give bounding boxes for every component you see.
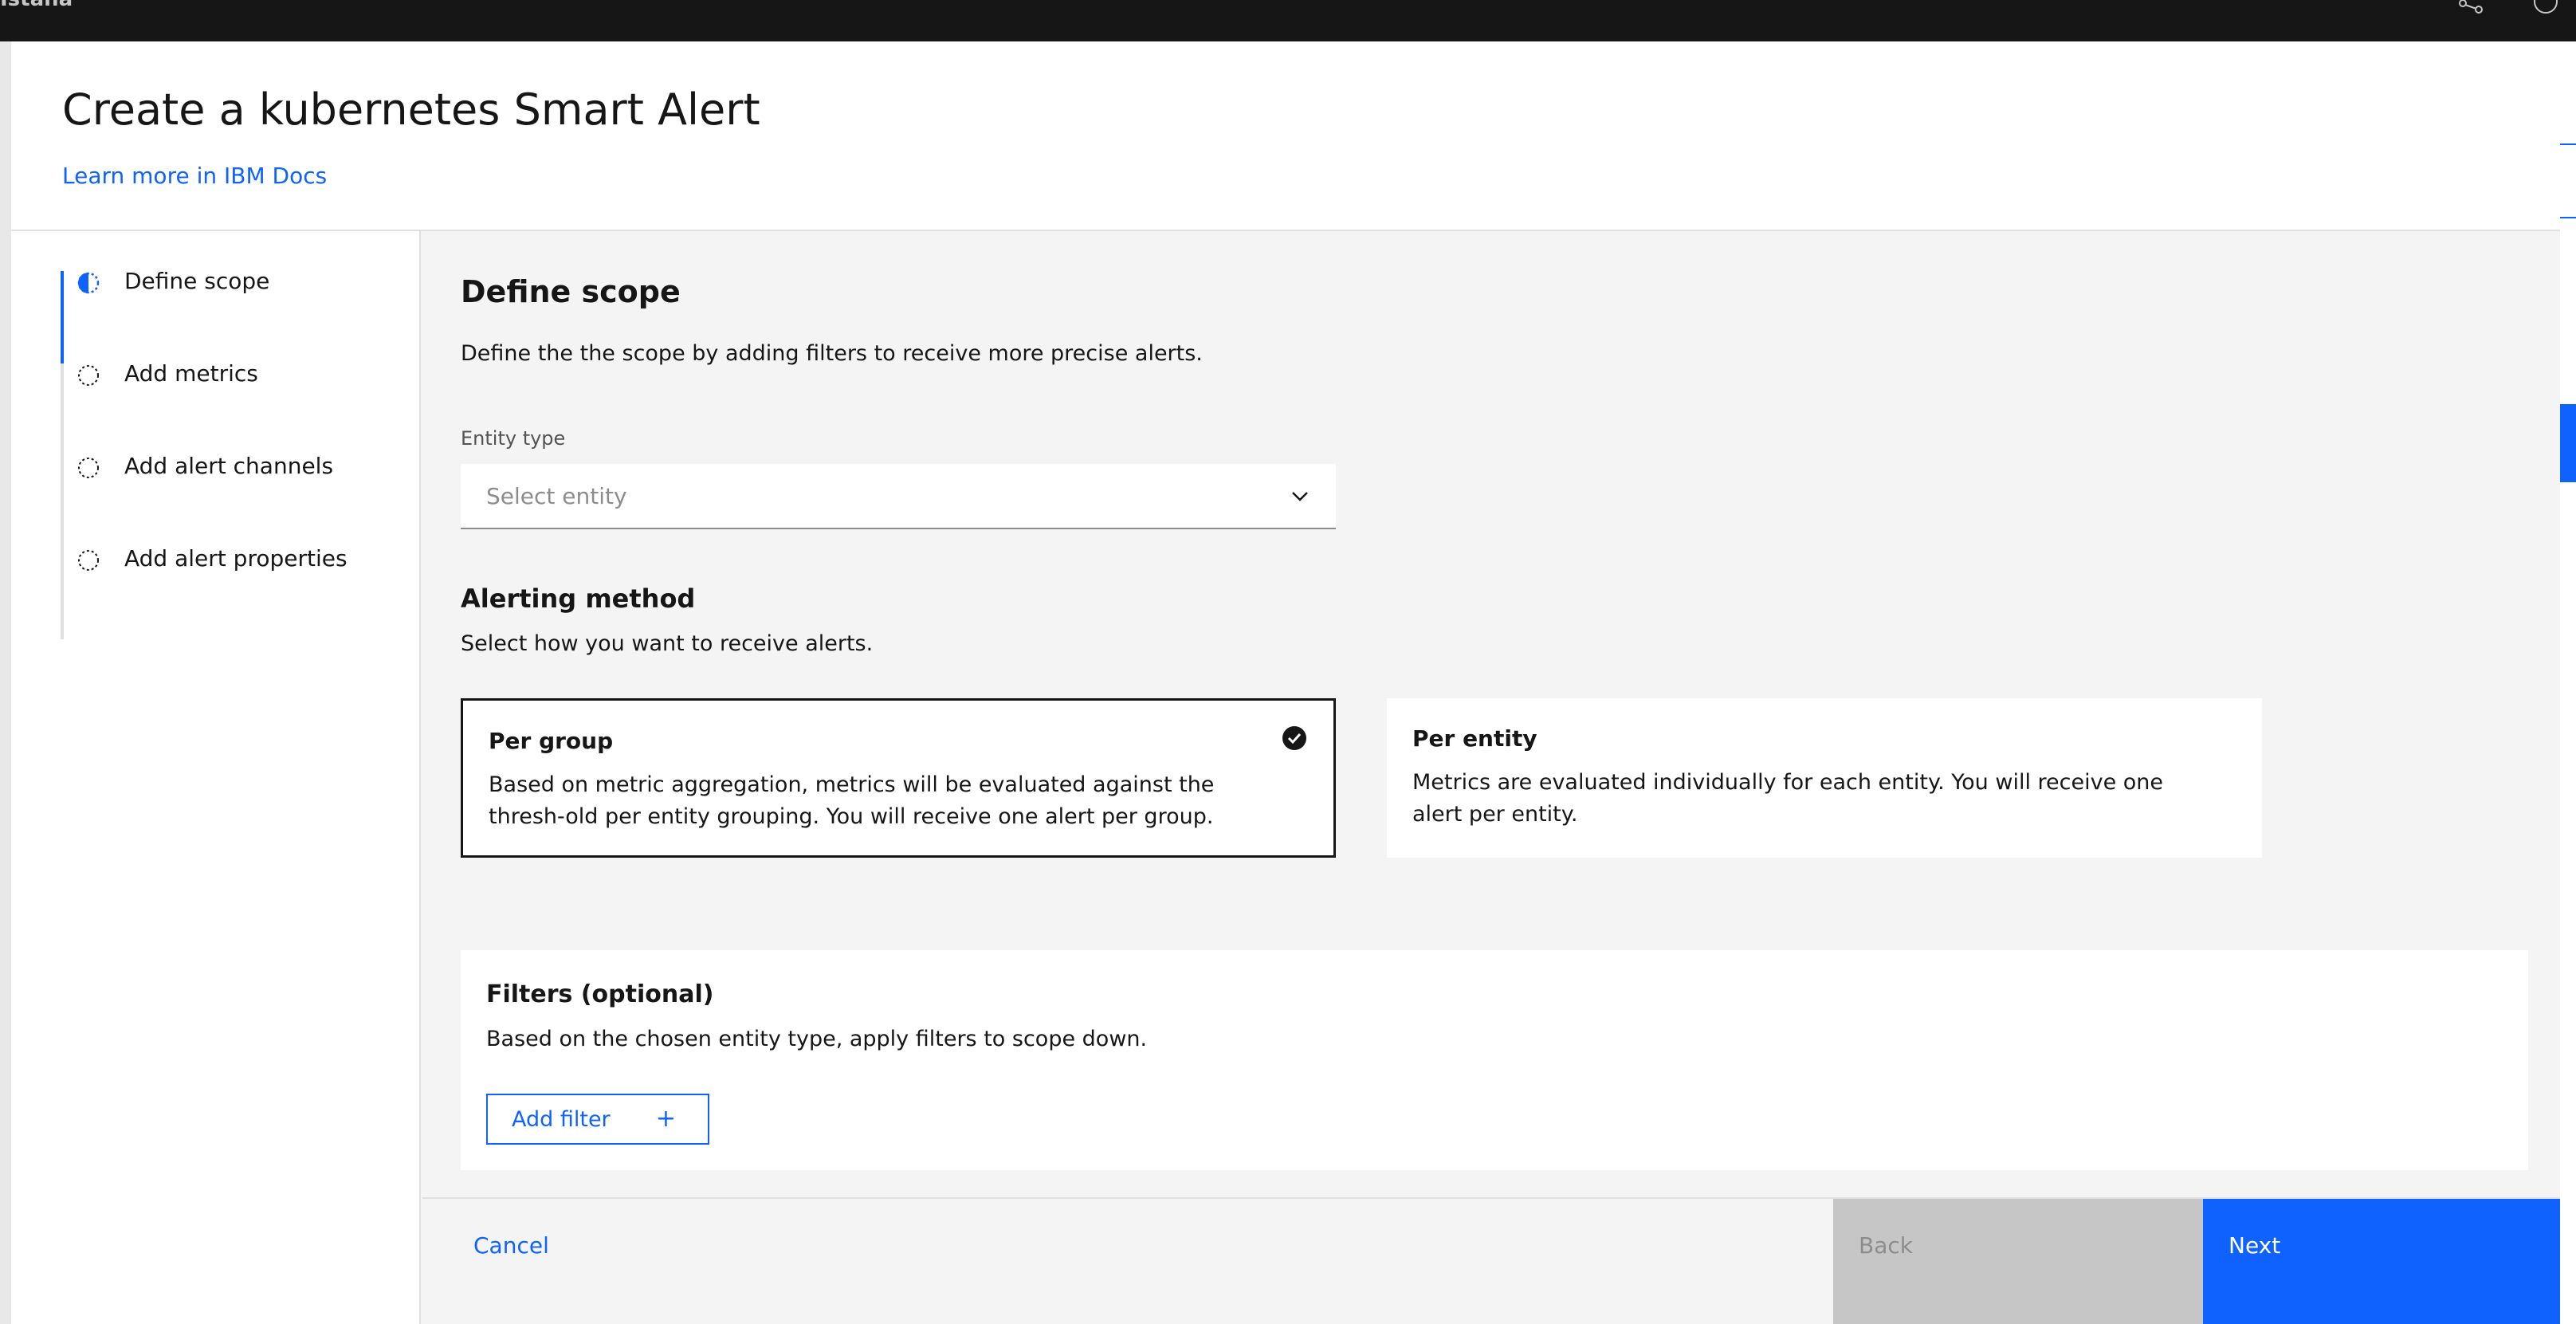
app-brand: Istana xyxy=(0,0,73,11)
step-incomplete-icon xyxy=(77,456,100,480)
step-current-icon xyxy=(77,271,100,295)
step-define-scope[interactable]: Define scope xyxy=(61,268,411,363)
back-button[interactable]: Back xyxy=(1833,1199,2203,1324)
add-icon: + xyxy=(655,1105,676,1133)
cancel-button[interactable]: Cancel xyxy=(422,1199,1833,1324)
step-label: Add alert channels xyxy=(124,453,334,479)
section-heading: Define scope xyxy=(461,274,681,309)
per-entity-tile[interactable]: Per entity Metrics are evaluated individ… xyxy=(1387,698,2262,858)
background-page-right xyxy=(2560,41,2576,1324)
checkmark-filled-icon xyxy=(1281,725,1308,752)
next-button[interactable]: Next xyxy=(2203,1199,2560,1324)
create-smart-alert-modal: Create a kubernetes Smart Alert Learn mo… xyxy=(11,41,2560,1324)
alerting-method-heading: Alerting method xyxy=(461,583,696,614)
background-divider xyxy=(2560,143,2576,145)
background-page-left xyxy=(0,41,11,1324)
filters-description: Based on the chosen entity type, apply f… xyxy=(486,1027,1148,1051)
step-add-metrics[interactable]: Add metrics xyxy=(61,360,411,456)
progress-stepper: Define scope Add metrics Add alert chann… xyxy=(11,231,421,1324)
step-label: Add metrics xyxy=(124,360,258,387)
filters-section: Filters (optional) Based on the chosen e… xyxy=(461,950,2528,1170)
app-header: Istana xyxy=(0,0,2576,41)
modal-footer: Cancel Back Next xyxy=(422,1197,2560,1324)
background-accent xyxy=(2560,404,2576,482)
add-filter-label: Add filter xyxy=(512,1106,611,1132)
step-active-indicator xyxy=(61,271,64,363)
step-incomplete-icon xyxy=(77,363,100,387)
filters-heading: Filters (optional) xyxy=(486,980,714,1008)
alerting-method-description: Select how you want to receive alerts. xyxy=(461,631,874,656)
section-description: Define the the scope by adding filters t… xyxy=(461,341,1203,366)
step-add-alert-properties[interactable]: Add alert properties xyxy=(61,545,411,641)
entity-type-dropdown[interactable]: Select entity xyxy=(461,464,1336,529)
tile-description: Metrics are evaluated individually for e… xyxy=(1412,770,2164,827)
define-scope-panel: Define scope Define the the scope by add… xyxy=(422,233,2547,1266)
share-icon[interactable] xyxy=(2455,0,2487,32)
entity-type-placeholder: Select entity xyxy=(486,483,627,509)
modal-header: Create a kubernetes Smart Alert Learn mo… xyxy=(11,41,2560,231)
help-icon[interactable] xyxy=(2528,0,2560,32)
tile-title: Per entity xyxy=(1412,725,1537,752)
step-add-alert-channels[interactable]: Add alert channels xyxy=(61,453,411,548)
tile-description: Based on metric aggregation, metrics wil… xyxy=(489,772,1215,829)
chevron-down-icon xyxy=(1288,485,1312,509)
ibm-docs-link[interactable]: Learn more in IBM Docs xyxy=(62,163,327,189)
step-incomplete-icon xyxy=(77,548,100,572)
per-group-tile[interactable]: Per group Based on metric aggregation, m… xyxy=(461,698,1336,858)
entity-type-label: Entity type xyxy=(461,427,566,450)
add-filter-button[interactable]: Add filter + xyxy=(486,1094,709,1145)
step-label: Add alert properties xyxy=(124,545,348,572)
tile-title: Per group xyxy=(489,728,614,754)
step-label: Define scope xyxy=(124,268,270,294)
modal-title: Create a kubernetes Smart Alert xyxy=(62,84,760,135)
background-divider xyxy=(2560,217,2576,218)
